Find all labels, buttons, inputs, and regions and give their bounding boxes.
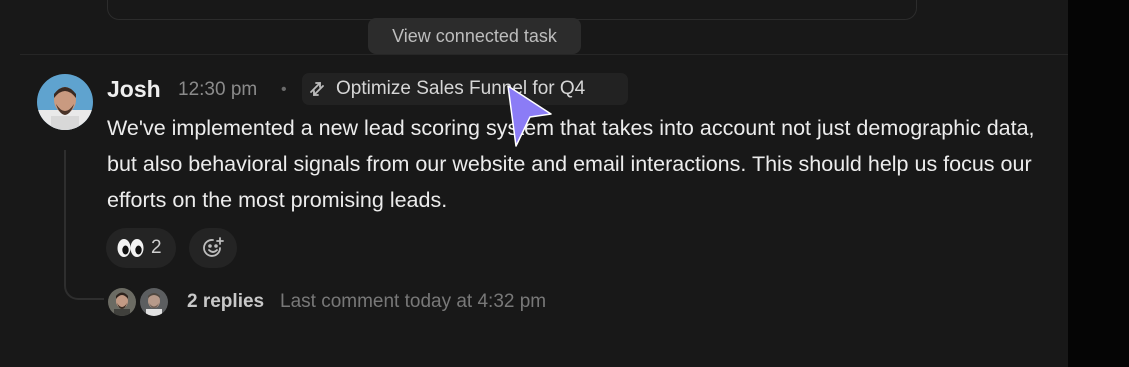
comment-time: 12:30 pm bbox=[178, 79, 258, 100]
separator-dot: • bbox=[281, 81, 287, 98]
pointer-cursor-icon bbox=[505, 83, 555, 149]
avatar[interactable] bbox=[37, 74, 93, 130]
comment-body: We've implemented a new lead scoring sys… bbox=[107, 116, 1035, 212]
last-comment-time: Last comment today at 4:32 pm bbox=[280, 291, 547, 312]
author-name[interactable]: Josh bbox=[107, 74, 161, 104]
divider bbox=[20, 54, 1068, 55]
connected-task-icon bbox=[307, 79, 327, 99]
replies-count[interactable]: 2 replies bbox=[187, 289, 264, 315]
reply-avatar[interactable] bbox=[138, 286, 170, 318]
right-edge bbox=[1068, 0, 1129, 367]
add-emoji-icon bbox=[200, 235, 226, 261]
previous-message-box bbox=[107, 0, 917, 20]
eyes-emoji-icon bbox=[116, 237, 146, 259]
thread-line bbox=[64, 150, 104, 300]
tooltip: View connected task bbox=[368, 18, 581, 54]
reaction-count: 2 bbox=[151, 237, 162, 258]
reply-avatar[interactable] bbox=[106, 286, 138, 318]
